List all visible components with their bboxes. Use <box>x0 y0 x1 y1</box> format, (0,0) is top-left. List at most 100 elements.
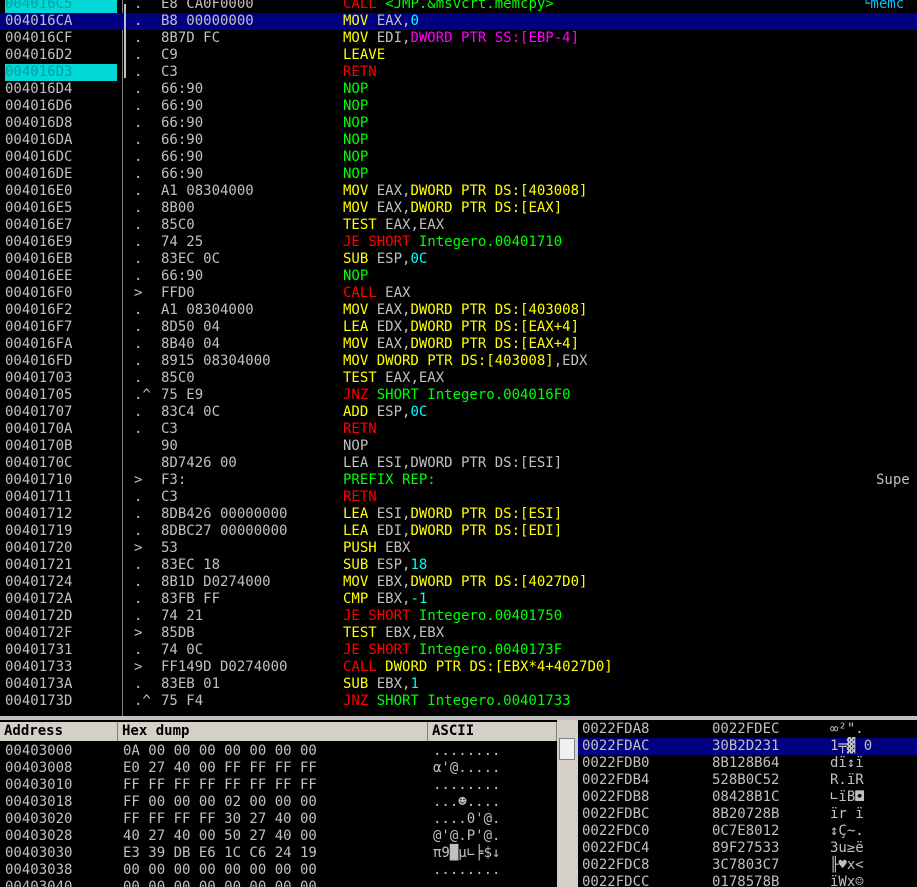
disasm-row[interactable]: 0040172F >85DB TEST EBX,EBX <box>0 625 917 642</box>
jump-marker: . <box>134 183 143 199</box>
disasm-address: 0040170B <box>5 438 73 454</box>
disasm-row[interactable]: 00401710 > F3: PREFIX REP: Supe <box>0 472 917 489</box>
disasm-instruction: MOV EDI,DWORD PTR SS:[EBP-4] <box>343 30 579 47</box>
jump-marker: . <box>134 234 143 250</box>
disasm-row[interactable]: 00401733 > FF149D D0274000 CALL DWORD PTR D… <box>0 659 917 676</box>
disasm-row[interactable]: 004016E0. A1 08304000 MOV EAX,DWORD PTR DS… <box>0 183 917 200</box>
ascii-column-header[interactable]: ASCII <box>428 722 557 741</box>
disasm-row[interactable]: 00401719. 8DBC27 00000000 LEA EDI,DWORD PT… <box>0 523 917 540</box>
stack-row[interactable]: 0022FDB8 08428B1C ∟ïB◘ <box>578 789 917 806</box>
disasm-row[interactable]: 00401731. 74 0C JE SHORT Integero.0040173F <box>0 642 917 659</box>
disasm-row[interactable]: 004016D2. C9 LEAVE <box>0 47 917 64</box>
disasm-row[interactable]: 00401707. 83C4 0C ADD ESP,0C <box>0 404 917 421</box>
disasm-row[interactable]: 00401720 >53 PUSH EBX <box>0 540 917 557</box>
disasm-row[interactable]: 004016D4. 66:90 NOP <box>0 81 917 98</box>
instruction-token: 0 <box>410 13 419 29</box>
disasm-row[interactable]: 00401705 .^ 75 E9 JNZ SHORT Integero.004016… <box>0 387 917 404</box>
disassembly-pane[interactable]: 004016C5. E8 CA0F0000 CALL <JMP.&msvcrt.me… <box>0 0 917 716</box>
stack-address: 0022FDCC <box>582 874 650 887</box>
disasm-row[interactable]: 004016E9. 74 25 JE SHORT Integero.00401710 <box>0 234 917 251</box>
dump-row[interactable]: 00403030 E3 39 DB E6 1C C6 24 19 π9█μ∟╞$↓ <box>0 845 557 862</box>
jump-marker: . <box>134 489 143 505</box>
hex-dump-column-header[interactable]: Hex dump <box>118 722 428 741</box>
disasm-row[interactable]: 00401703. 85C0 TEST EAX,EAX <box>0 370 917 387</box>
disasm-row[interactable]: 0040170C 8D7426 00 LEA ESI,DWORD PTR DS:[E… <box>0 455 917 472</box>
disasm-address: 00401721 <box>5 557 73 573</box>
stack-row[interactable]: 0022FDC4 89F27533 3u≥ë <box>578 840 917 857</box>
dump-ascii: ........ <box>433 879 501 887</box>
disasm-row[interactable]: 0040172D. 74 21 JE SHORT Integero.00401750 <box>0 608 917 625</box>
dump-row[interactable]: 00403038 00 00 00 00 00 00 00 00........ <box>0 862 557 879</box>
dump-row[interactable]: 00403010 FF FF FF FF FF FF FF FF........ <box>0 777 557 794</box>
stack-value: 08428B1C <box>712 789 780 805</box>
disasm-row[interactable]: 004016CA. B8 00000000 MOV EAX,0 <box>0 13 917 30</box>
instruction-token: CALL <box>343 285 386 301</box>
dump-row[interactable]: 00403028 40 27 40 00 50 27 40 00 @'@.P'@. <box>0 828 557 845</box>
disasm-address: 004016CA <box>5 13 73 29</box>
disasm-row[interactable]: 004016D6. 66:90 NOP <box>0 98 917 115</box>
disasm-row[interactable]: 004016F0 > FFD0 CALL EAX <box>0 285 917 302</box>
disasm-address: 004016D2 <box>5 47 73 63</box>
disasm-row[interactable]: 004016E5. 8B00 MOV EAX,DWORD PTR DS:[EAX] <box>0 200 917 217</box>
jump-marker: > <box>134 540 143 556</box>
dump-row[interactable]: 00403020 FF FF FF FF 30 27 40 00 ....0'@. <box>0 811 557 828</box>
disasm-row[interactable]: 004016F7. 8D50 04 LEA EDX,DWORD PTR DS:[EA… <box>0 319 917 336</box>
stack-row[interactable]: 0022FDC8 3C7803C7 ╟♥x< <box>578 857 917 874</box>
address-column-header[interactable]: Address <box>0 722 118 741</box>
stack-row[interactable]: 0022FDB0 8B128B64 dï↕ï <box>578 755 917 772</box>
instruction-token: JE SHORT <box>343 642 419 658</box>
disasm-row[interactable]: 004016D8. 66:90 NOP <box>0 115 917 132</box>
dump-row[interactable]: 00403018 FF 00 00 00 02 00 00 00 ...☻.... <box>0 794 557 811</box>
disasm-hex-bytes: 8DBC27 00000000 <box>161 523 288 539</box>
stack-row[interactable]: 0022FDAC 30B2D231 1╤▓ 0 <box>578 738 917 755</box>
disasm-row[interactable]: 00401721. 83EC 18 SUB ESP,18 <box>0 557 917 574</box>
instruction-token: SUB <box>343 251 377 267</box>
disasm-address: 004016E5 <box>5 200 73 216</box>
disasm-row[interactable]: 004016CF. 8B7D FC MOV EDI,DWORD PTR SS:[EB… <box>0 30 917 47</box>
instruction-token: MOV <box>343 353 377 369</box>
disasm-row[interactable]: 004016D3. C3 RETN <box>0 64 917 81</box>
disasm-row[interactable]: 004016FA. 8B40 04 MOV EAX,DWORD PTR DS:[EA… <box>0 336 917 353</box>
dump-ascii: ...☻.... <box>433 794 501 810</box>
disasm-address: 004016D4 <box>5 81 73 97</box>
dump-row[interactable]: 00403040 00 00 00 00 00 00 00 00........ <box>0 879 557 887</box>
disasm-row[interactable]: 0040172A. 83FB FF CMP EBX,-1 <box>0 591 917 608</box>
disasm-row[interactable]: 004016DC. 66:90 NOP <box>0 149 917 166</box>
stack-row[interactable]: 0022FDCC 0178578B ïWx☺ <box>578 874 917 887</box>
dump-scroll-thumb[interactable] <box>559 738 575 760</box>
instruction-token: LEA <box>343 523 377 539</box>
disasm-row[interactable]: 004016EB. 83EC 0C SUB ESP,0C <box>0 251 917 268</box>
disasm-row[interactable]: 004016F2. A1 08304000 MOV EAX,DWORD PTR DS… <box>0 302 917 319</box>
stack-row[interactable]: 0022FDA8 0022FDEC ∞²". <box>578 721 917 738</box>
jump-marker: . <box>134 591 143 607</box>
disasm-row[interactable]: 004016DE. 66:90 NOP <box>0 166 917 183</box>
disasm-instruction: MOV EAX,DWORD PTR DS:[EAX] <box>343 200 562 217</box>
stack-row[interactable]: 0022FDBC 8B20728B ïr ï <box>578 806 917 823</box>
disasm-row[interactable]: 004016C5. E8 CA0F0000 CALL <JMP.&msvcrt.me… <box>0 0 917 13</box>
disasm-row[interactable]: 004016EE. 66:90 NOP <box>0 268 917 285</box>
disasm-hex-bytes: 74 0C <box>161 642 204 658</box>
stack-pane[interactable]: 0022FDA8 0022FDEC ∞²". 0022FDAC 30B2D231 1╤▓ … <box>578 720 917 887</box>
dump-row[interactable]: 00403008 E0 27 40 00 FF FF FF FF α'@..... <box>0 760 557 777</box>
hex-dump-pane[interactable]: Address Hex dump ASCII 00403000 0A 00 00 … <box>0 720 557 887</box>
disasm-address: 004016DA <box>5 132 73 148</box>
disasm-row[interactable]: 00401724. 8B1D D0274000 MOV EBX,DWORD PTR … <box>0 574 917 591</box>
instruction-token: LEAVE <box>343 47 386 63</box>
disasm-row[interactable]: 0040173D .^ 75 F4 JNZ SHORT Integero.004017… <box>0 693 917 710</box>
disasm-row[interactable]: 0040170B 90 NOP <box>0 438 917 455</box>
stack-row[interactable]: 0022FDC0 0C7E8012 ↕Ç~. <box>578 823 917 840</box>
instruction-token: EAX, <box>376 13 411 29</box>
disasm-row[interactable]: 004016E7. 85C0 TEST EAX,EAX <box>0 217 917 234</box>
disasm-hex-bytes: C3 <box>161 421 178 437</box>
instruction-token: DWORD PTR DS:[403008] <box>410 302 588 318</box>
stack-row[interactable]: 0022FDB4 528B0C52 R.ïR <box>578 772 917 789</box>
disasm-row[interactable]: 00401712. 8DB426 00000000 LEA ESI,DWORD PT… <box>0 506 917 523</box>
instruction-token: NOP <box>343 115 369 131</box>
disasm-row[interactable]: 004016FD. 8915 08304000 MOV DWORD PTR DS:[… <box>0 353 917 370</box>
dump-scrollbar[interactable] <box>557 720 578 887</box>
dump-row[interactable]: 00403000 0A 00 00 00 00 00 00 00........ <box>0 743 557 760</box>
disasm-row[interactable]: 00401711. C3 RETN <box>0 489 917 506</box>
disasm-row[interactable]: 0040173A. 83EB 01 SUB EBX,1 <box>0 676 917 693</box>
disasm-row[interactable]: 0040170A. C3 RETN <box>0 421 917 438</box>
disasm-row[interactable]: 004016DA. 66:90 NOP <box>0 132 917 149</box>
